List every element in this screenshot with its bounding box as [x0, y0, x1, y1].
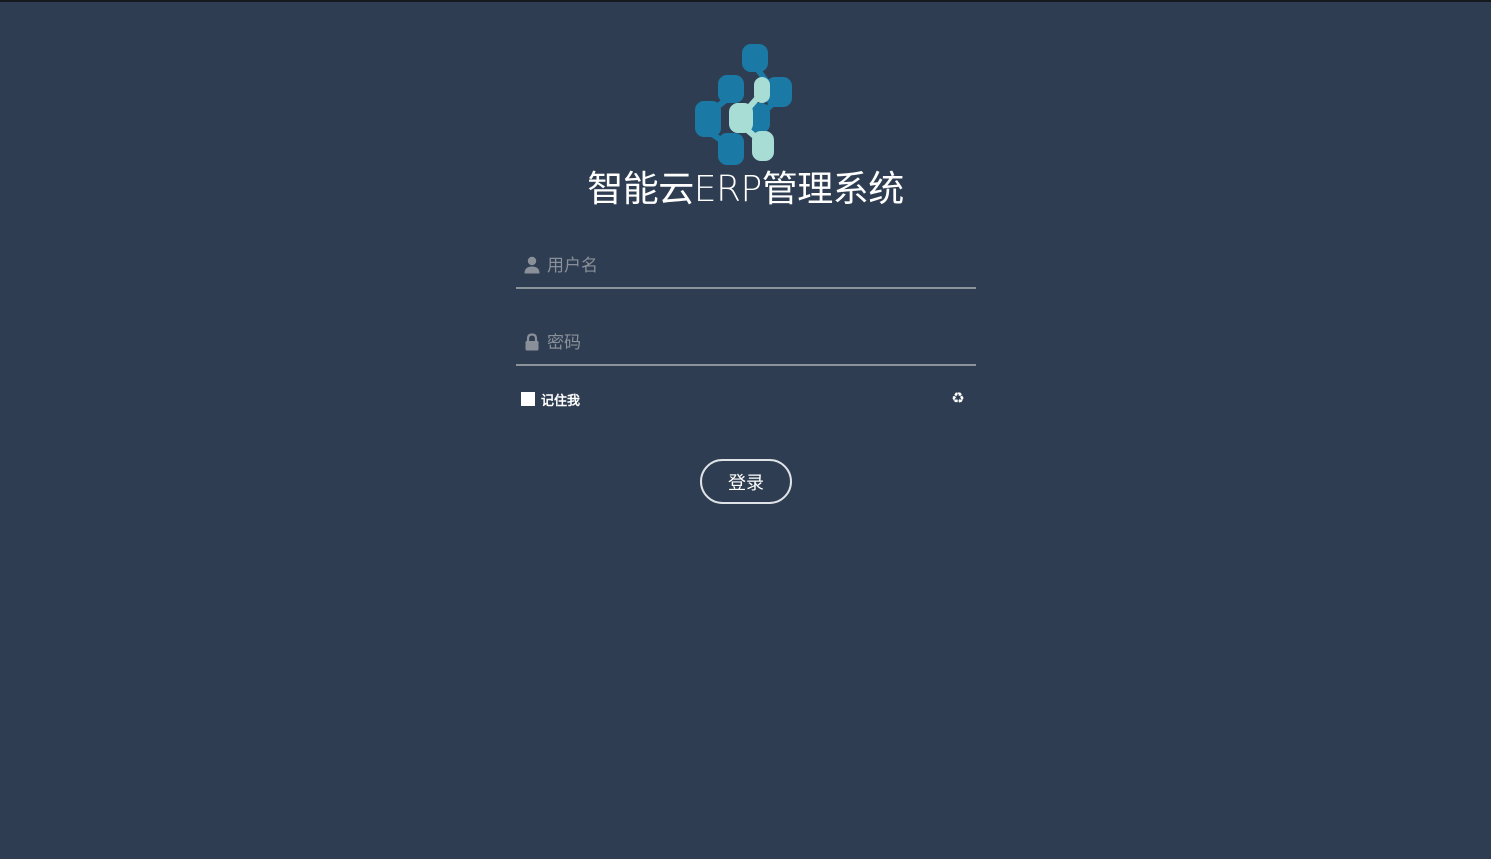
checkbox-box[interactable]: [521, 392, 535, 406]
page-title: 智能云ERP管理系统: [587, 169, 904, 210]
erp-logo: [695, 44, 792, 165]
refresh-icon[interactable]: ♻: [949, 389, 967, 407]
login-button[interactable]: 登录: [700, 459, 792, 504]
lock-icon: [525, 333, 539, 351]
top-border: [0, 0, 1491, 2]
remember-me-checkbox[interactable]: 记住我: [521, 390, 581, 409]
username-field: [516, 247, 976, 289]
remember-me-label: 记住我: [541, 393, 581, 409]
password-input[interactable]: [547, 328, 967, 358]
user-icon: [524, 256, 540, 274]
username-input[interactable]: [547, 251, 967, 281]
password-field: [516, 324, 976, 366]
